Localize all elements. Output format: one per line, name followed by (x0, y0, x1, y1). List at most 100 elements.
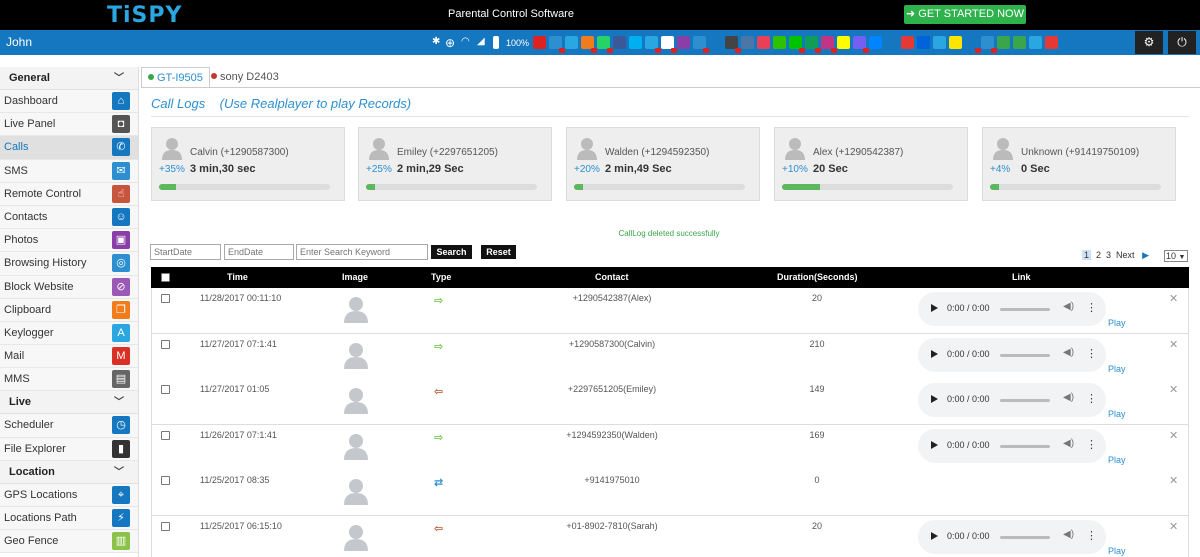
volume-icon[interactable]: ◀) (1063, 301, 1074, 312)
dollar-icon[interactable] (1013, 36, 1027, 49)
sidebar-item-contacts[interactable]: Contacts ☺ (0, 205, 138, 230)
vkontakte-icon[interactable] (741, 36, 755, 49)
alarm-bell-icon[interactable] (1045, 36, 1059, 49)
page-1[interactable]: 1 (1082, 250, 1092, 260)
delete-icon[interactable]: ✕ (1169, 474, 1178, 487)
flickr-icon[interactable] (917, 36, 931, 49)
delete-icon[interactable]: ✕ (1169, 383, 1178, 396)
audio-player[interactable]: 0:00 / 0:00 ◀) ⋮ (918, 428, 1106, 463)
sidebar-item-geo-fence[interactable]: Geo Fence ▥ (0, 530, 138, 554)
play-link[interactable]: Play (1108, 364, 1126, 374)
volume-icon[interactable]: ◀) (1063, 347, 1074, 358)
hangouts-icon[interactable] (805, 36, 822, 53)
sidebar-item-remote-control[interactable]: Remote Control ☝ (0, 182, 138, 206)
play-icon[interactable] (931, 532, 938, 540)
sidebar-item-sms[interactable]: SMS ✉ (0, 159, 138, 183)
next-page-link[interactable]: Next ▶ (1116, 250, 1154, 261)
sidebar-item-block-website[interactable]: Block Website ⊘ (0, 275, 138, 299)
tinder-icon[interactable] (757, 36, 771, 49)
phone-app-icon[interactable] (549, 36, 566, 53)
play-icon[interactable] (931, 304, 938, 312)
keylogger-app-icon[interactable] (645, 36, 662, 53)
col-duration[interactable]: Duration(Seconds) (777, 272, 858, 282)
messenger-icon[interactable] (869, 36, 883, 49)
seek-bar[interactable] (1000, 536, 1050, 539)
skype-icon[interactable] (629, 36, 643, 49)
hangout-video-icon[interactable] (901, 36, 915, 49)
sidebar-item-keylogger[interactable]: Keylogger A (0, 321, 138, 346)
end-date-input[interactable] (224, 244, 294, 260)
device-tab-gt-i9505[interactable]: GT-I9505 (141, 67, 210, 88)
select-all-checkbox[interactable] (161, 273, 170, 282)
mail-app-icon[interactable] (565, 36, 579, 49)
sms-app-icon[interactable] (709, 36, 723, 49)
volume-icon[interactable]: ◀) (1063, 392, 1074, 403)
play-link[interactable]: Play (1108, 546, 1126, 556)
camera-app-icon[interactable] (533, 36, 547, 49)
sidebar-item-live-panel[interactable]: Live Panel ◘ (0, 113, 138, 137)
viber-icon[interactable] (853, 36, 870, 53)
speedometer-icon[interactable] (1029, 36, 1043, 49)
more-options-icon[interactable]: ⋮ (1086, 438, 1097, 451)
user-name[interactable]: John (6, 35, 32, 49)
volume-icon[interactable]: ◀) (1063, 529, 1074, 540)
sidebar-item-file-explorer[interactable]: File Explorer ▮ (0, 437, 138, 461)
col-contact[interactable]: Contact (595, 272, 629, 282)
sidebar-item-mail[interactable]: Mail M (0, 345, 138, 369)
sidebar-item-scheduler[interactable]: Scheduler ◷ (0, 414, 138, 438)
sidebar-item-gps-locations[interactable]: GPS Locations ⌖ (0, 483, 138, 507)
seek-bar[interactable] (1000, 308, 1050, 311)
hike-icon[interactable] (693, 36, 710, 53)
device-tab-sony-d2403[interactable]: sony D2403 (205, 67, 285, 88)
kakao-icon[interactable] (949, 36, 963, 49)
search-button[interactable]: Search (431, 245, 472, 259)
sidebar-item-dashboard[interactable]: Dashboard ⌂ (0, 90, 138, 114)
start-date-input[interactable] (150, 244, 221, 260)
more-options-icon[interactable]: ⋮ (1086, 347, 1097, 360)
download-icon[interactable] (997, 36, 1011, 49)
get-started-button[interactable]: ➜ GET STARTED NOW (904, 5, 1026, 24)
kik-icon[interactable] (725, 36, 742, 53)
more-options-icon[interactable]: ⋮ (1086, 301, 1097, 314)
play-icon[interactable] (931, 349, 938, 358)
play-icon[interactable] (931, 440, 938, 449)
audio-player[interactable]: 0:00 / 0:00 ◀) ⋮ (918, 520, 1106, 554)
wechat-icon[interactable] (773, 36, 787, 49)
telegram-icon[interactable] (933, 36, 947, 49)
seek-bar[interactable] (1000, 444, 1050, 448)
settings-gear-icon[interactable]: ⚙ (1135, 31, 1163, 54)
whatsapp-icon[interactable] (597, 36, 614, 53)
audio-player[interactable]: 0:00 / 0:00 ◀) ⋮ (918, 292, 1106, 326)
line-icon[interactable] (789, 36, 806, 53)
sidebar-item-clipboard[interactable]: Clipboard ❐ (0, 298, 138, 322)
sidebar-group-location[interactable]: Location ﹀ (0, 460, 138, 484)
sidebar-item-calls[interactable]: Calls ✆ (0, 136, 138, 160)
sidebar-item-locations-path[interactable]: Locations Path ⚡ (0, 507, 138, 531)
delete-icon[interactable]: ✕ (1169, 520, 1178, 533)
clipboard-app-icon[interactable] (581, 36, 598, 53)
contacts-app-icon[interactable] (965, 36, 982, 53)
calendar-app-icon[interactable] (981, 36, 998, 53)
play-icon[interactable] (931, 395, 938, 404)
seek-bar[interactable] (1000, 353, 1050, 357)
delete-icon[interactable]: ✕ (1169, 429, 1178, 442)
play-link[interactable]: Play (1108, 409, 1126, 419)
power-icon[interactable]: ⏻ (1168, 31, 1196, 54)
play-link[interactable]: Play (1108, 455, 1126, 465)
imo-icon[interactable] (885, 36, 899, 49)
col-time[interactable]: Time (227, 272, 248, 282)
sidebar-item-mms[interactable]: MMS ▤ (0, 368, 138, 392)
sidebar-group-live[interactable]: Live ﹀ (0, 391, 138, 415)
instagram-icon[interactable] (821, 36, 838, 53)
delete-icon[interactable]: ✕ (1169, 338, 1178, 351)
more-options-icon[interactable]: ⋮ (1086, 529, 1097, 542)
sidebar-item-browsing-history[interactable]: Browsing History ◎ (0, 252, 138, 276)
gmail-app-icon[interactable] (661, 36, 678, 53)
audio-player[interactable]: 0:00 / 0:00 ◀) ⋮ (918, 383, 1106, 418)
facebook-icon[interactable] (613, 36, 627, 49)
volume-icon[interactable]: ◀) (1063, 438, 1074, 449)
audio-player[interactable]: 0:00 / 0:00 ◀) ⋮ (918, 337, 1106, 372)
photos-app-icon[interactable] (677, 36, 691, 49)
page-3[interactable]: 3 (1106, 250, 1111, 260)
play-link[interactable]: Play (1108, 318, 1126, 328)
